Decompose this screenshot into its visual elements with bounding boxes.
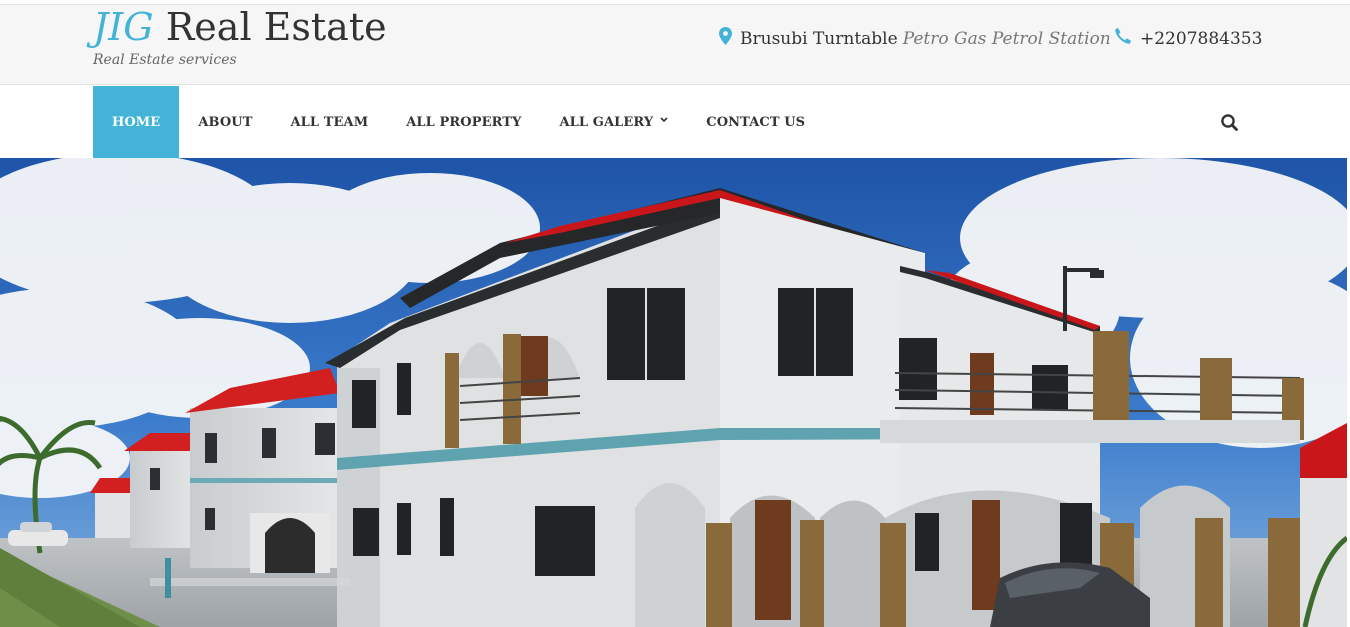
nav-menu: HOME ABOUT ALL TEAM ALL PROPERTY ALL GAL… <box>93 86 824 158</box>
hero-slider-image <box>0 158 1347 627</box>
site-header: JIG Real Estate Real Estate services Bru… <box>0 4 1350 85</box>
nav-item-label: HOME <box>112 114 161 130</box>
nav-item-label: ALL PROPERTY <box>406 114 522 130</box>
main-nav: HOME ABOUT ALL TEAM ALL PROPERTY ALL GAL… <box>0 86 1350 158</box>
nav-item-all-property[interactable]: ALL PROPERTY <box>387 86 540 158</box>
nav-item-contact-us[interactable]: CONTACT US <box>687 86 824 158</box>
address-text: Brusubi Turntable <box>740 28 898 49</box>
nav-item-about[interactable]: ABOUT <box>179 86 271 158</box>
chevron-down-icon <box>660 116 668 126</box>
nav-item-home[interactable]: HOME <box>93 86 180 158</box>
search-icon[interactable] <box>1218 111 1242 135</box>
address-detail: Petro Gas Petrol Station <box>902 28 1111 49</box>
logo-accent: JIG <box>93 5 154 49</box>
nav-item-label: ABOUT <box>198 114 253 130</box>
map-marker-icon <box>719 27 732 50</box>
hero-illustration <box>0 158 1347 627</box>
logo-name: Real Estate <box>153 5 387 49</box>
address-info: Brusubi Turntable Petro Gas Petrol Stati… <box>719 27 1111 50</box>
brand[interactable]: JIG Real Estate Real Estate services <box>93 6 387 68</box>
phone-number[interactable]: +2207884353 <box>1140 29 1262 49</box>
nav-item-all-team[interactable]: ALL TEAM <box>271 86 387 158</box>
nav-item-label: CONTACT US <box>706 114 806 130</box>
nav-item-all-galery[interactable]: ALL GALERY <box>540 86 687 158</box>
nav-item-label: ALL TEAM <box>290 114 369 130</box>
nav-item-label: ALL GALERY <box>559 114 654 130</box>
phone-info[interactable]: +2207884353 <box>1114 27 1262 50</box>
phone-icon <box>1114 27 1132 50</box>
site-tagline: Real Estate services <box>93 52 237 68</box>
site-logo[interactable]: JIG Real Estate <box>93 6 387 48</box>
